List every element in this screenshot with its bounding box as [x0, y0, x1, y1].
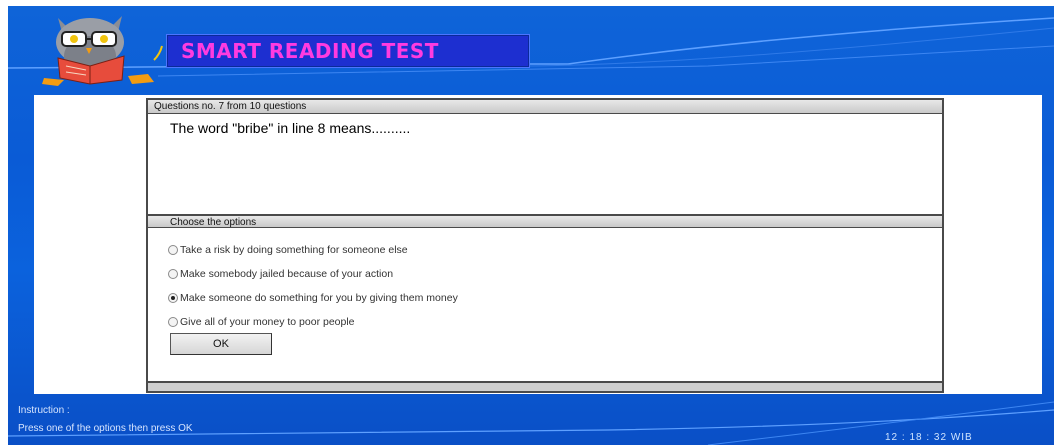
instruction-text: Press one of the options then press OK: [18, 423, 193, 434]
option-1-label[interactable]: Take a risk by doing something for someo…: [180, 244, 408, 256]
option-3[interactable]: Make someone do something for you by giv…: [168, 292, 458, 304]
option-4-label[interactable]: Give all of your money to poor people: [180, 316, 355, 328]
app-window: SMART READING TEST Questions no. 7 from …: [8, 6, 1054, 445]
option-1-radio[interactable]: [168, 245, 178, 255]
option-4[interactable]: Give all of your money to poor people: [168, 316, 355, 328]
option-3-radio[interactable]: [168, 293, 178, 303]
question-text: The word "bribe" in line 8 means........…: [170, 120, 411, 136]
question-frame: Questions no. 7 from 10 questions The wo…: [146, 98, 944, 393]
app-title-box: SMART READING TEST: [166, 34, 530, 68]
clock-display: 12 : 18 : 32 WIB: [885, 432, 973, 443]
app-title: SMART READING TEST: [181, 39, 439, 63]
question-counter: Questions no. 7 from 10 questions: [148, 100, 942, 114]
owl-reading-book-icon: [42, 16, 163, 86]
options-heading: Choose the options: [148, 214, 942, 228]
panel-footer-bar: [148, 381, 942, 391]
option-1[interactable]: Take a risk by doing something for someo…: [168, 244, 408, 256]
option-2-label[interactable]: Make somebody jailed because of your act…: [180, 268, 393, 280]
option-4-radio[interactable]: [168, 317, 178, 327]
instruction-label: Instruction :: [18, 405, 70, 416]
option-2-radio[interactable]: [168, 269, 178, 279]
option-3-label[interactable]: Make someone do something for you by giv…: [180, 292, 458, 304]
option-2[interactable]: Make somebody jailed because of your act…: [168, 268, 393, 280]
test-panel: Questions no. 7 from 10 questions The wo…: [34, 95, 1042, 394]
ok-button[interactable]: OK: [170, 333, 272, 355]
